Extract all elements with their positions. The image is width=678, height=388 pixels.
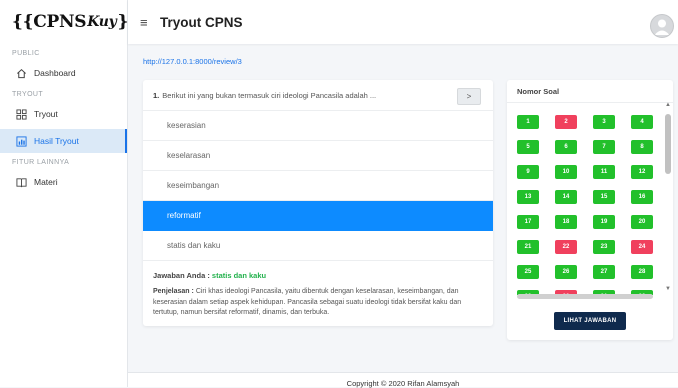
explanation-text: Ciri khas ideologi Pancasila, yaitu dibe…	[153, 288, 462, 316]
sidebar-item-dashboard[interactable]: Dashboard	[0, 61, 127, 85]
horizontal-scrollbar[interactable]	[511, 294, 661, 299]
question-number-button[interactable]: 28	[631, 265, 653, 279]
question-number-button[interactable]: 21	[517, 240, 539, 254]
footer: Copyright © 2020 Rifan Alamsyah	[128, 372, 678, 388]
user-avatar-icon	[654, 19, 670, 35]
option-item[interactable]: keserasian	[143, 111, 493, 141]
brand-italic: Kuy	[87, 14, 117, 30]
question-number-button[interactable]: 27	[593, 265, 615, 279]
question-number-button[interactable]: 8	[631, 140, 653, 154]
question-number-button[interactable]: 5	[517, 140, 539, 154]
grid-icon	[14, 108, 28, 120]
hamburger-menu-icon[interactable]: ≡	[140, 15, 154, 30]
sidebar-item-label: Hasil Tryout	[34, 136, 79, 146]
lihat-jawaban-button[interactable]: LIHAT JAWABAN	[554, 312, 626, 330]
topbar: ≡ Tryout CPNS	[128, 0, 678, 44]
question-number-button[interactable]: 10	[555, 165, 577, 179]
answer-value: statis dan kaku	[211, 271, 267, 280]
book-icon	[14, 176, 28, 188]
number-panel-title: Nomor Soal	[507, 80, 673, 103]
scroll-up-icon[interactable]: ▲	[665, 102, 671, 108]
option-item-selected[interactable]: reformatif	[143, 201, 493, 231]
sidebar-item-label: Dashboard	[34, 68, 76, 78]
sidebar-item-hasil-tryout[interactable]: Hasil Tryout	[0, 129, 127, 153]
review-url-link[interactable]: http://127.0.0.1:8000/review/3	[143, 57, 242, 66]
question-number-button[interactable]: 22	[555, 240, 577, 254]
question-number-button[interactable]: 25	[517, 265, 539, 279]
question-text: Berikut ini yang bukan termasuk ciri ide…	[162, 90, 377, 100]
horizontal-scroll-thumb[interactable]	[517, 294, 653, 299]
sidebar-item-tryout[interactable]: Tryout	[0, 102, 127, 126]
sidebar: {{CPNS Kuy}} PUBLIC Dashboard TRYOUT Try…	[0, 0, 139, 387]
sidebar-item-label: Materi	[34, 177, 58, 187]
explanation-label: Penjelasan :	[153, 288, 194, 295]
question-number-button[interactable]: 2	[555, 115, 577, 129]
question-number-button[interactable]: 15	[593, 190, 615, 204]
question-number-button[interactable]: 13	[517, 190, 539, 204]
vertical-scrollbar[interactable]: ▲ ▼	[665, 102, 671, 294]
question-number-button[interactable]: 23	[593, 240, 615, 254]
question-number-button[interactable]: 24	[631, 240, 653, 254]
option-item[interactable]: keseimbangan	[143, 171, 493, 201]
your-answer: Jawaban Anda : statis dan kaku	[143, 261, 493, 280]
question-number-button[interactable]: 26	[555, 265, 577, 279]
page-title: Tryout CPNS	[160, 14, 243, 30]
explanation: Penjelasan : Ciri khas ideologi Pancasil…	[143, 280, 493, 319]
question-number-button[interactable]: 16	[631, 190, 653, 204]
brand-prefix: {{CPNS	[12, 12, 87, 32]
question-number-button[interactable]: 20	[631, 215, 653, 229]
question-number-button[interactable]: 1	[517, 115, 539, 129]
home-icon	[14, 67, 28, 79]
number-grid: 1 2 3 4 5 6 7 8 9 10 11 12 13 14 15 16 17 18 19 20 21 22 23 24 2…	[517, 115, 663, 295]
brand-logo[interactable]: {{CPNS Kuy}}	[0, 0, 139, 44]
question-number-button[interactable]: 7	[593, 140, 615, 154]
question-number-button[interactable]: 14	[555, 190, 577, 204]
chart-icon	[14, 135, 28, 147]
section-label-tryout: TRYOUT	[12, 91, 44, 98]
question-number-button[interactable]: 18	[555, 215, 577, 229]
next-question-button[interactable]: >	[457, 88, 481, 105]
question-number-button[interactable]: 19	[593, 215, 615, 229]
vertical-scroll-thumb[interactable]	[665, 114, 671, 174]
scroll-down-icon[interactable]: ▼	[665, 286, 671, 292]
number-grid-scroll-area[interactable]: 1 2 3 4 5 6 7 8 9 10 11 12 13 14 15 16 17 18 19 20 21 22 23 24 2…	[507, 103, 665, 295]
question-number-button[interactable]: 3	[593, 115, 615, 129]
section-label-fitur-lainnya: FITUR LAINNYA	[12, 159, 70, 166]
question-number: 1.	[153, 90, 160, 100]
question-number-button[interactable]: 9	[517, 165, 539, 179]
question-number-panel: Nomor Soal 1 2 3 4 5 6 7 8 9 10 11 12 13 14 15 16 17 18 19…	[507, 80, 673, 340]
answer-label: Jawaban Anda :	[153, 271, 210, 280]
question-number-button[interactable]: 4	[631, 115, 653, 129]
sidebar-item-label: Tryout	[34, 109, 58, 119]
question-number-button[interactable]: 12	[631, 165, 653, 179]
option-item[interactable]: keselarasan	[143, 141, 493, 171]
question-card: 1. Berikut ini yang bukan termasuk ciri …	[143, 80, 493, 326]
avatar[interactable]	[650, 14, 674, 38]
question-number-button[interactable]: 11	[593, 165, 615, 179]
sidebar-item-materi[interactable]: Materi	[0, 170, 127, 194]
section-label-public: PUBLIC	[12, 50, 40, 57]
option-item[interactable]: statis dan kaku	[143, 231, 493, 261]
question-number-button[interactable]: 6	[555, 140, 577, 154]
question-header: 1. Berikut ini yang bukan termasuk ciri …	[143, 80, 493, 111]
question-number-button[interactable]: 17	[517, 215, 539, 229]
